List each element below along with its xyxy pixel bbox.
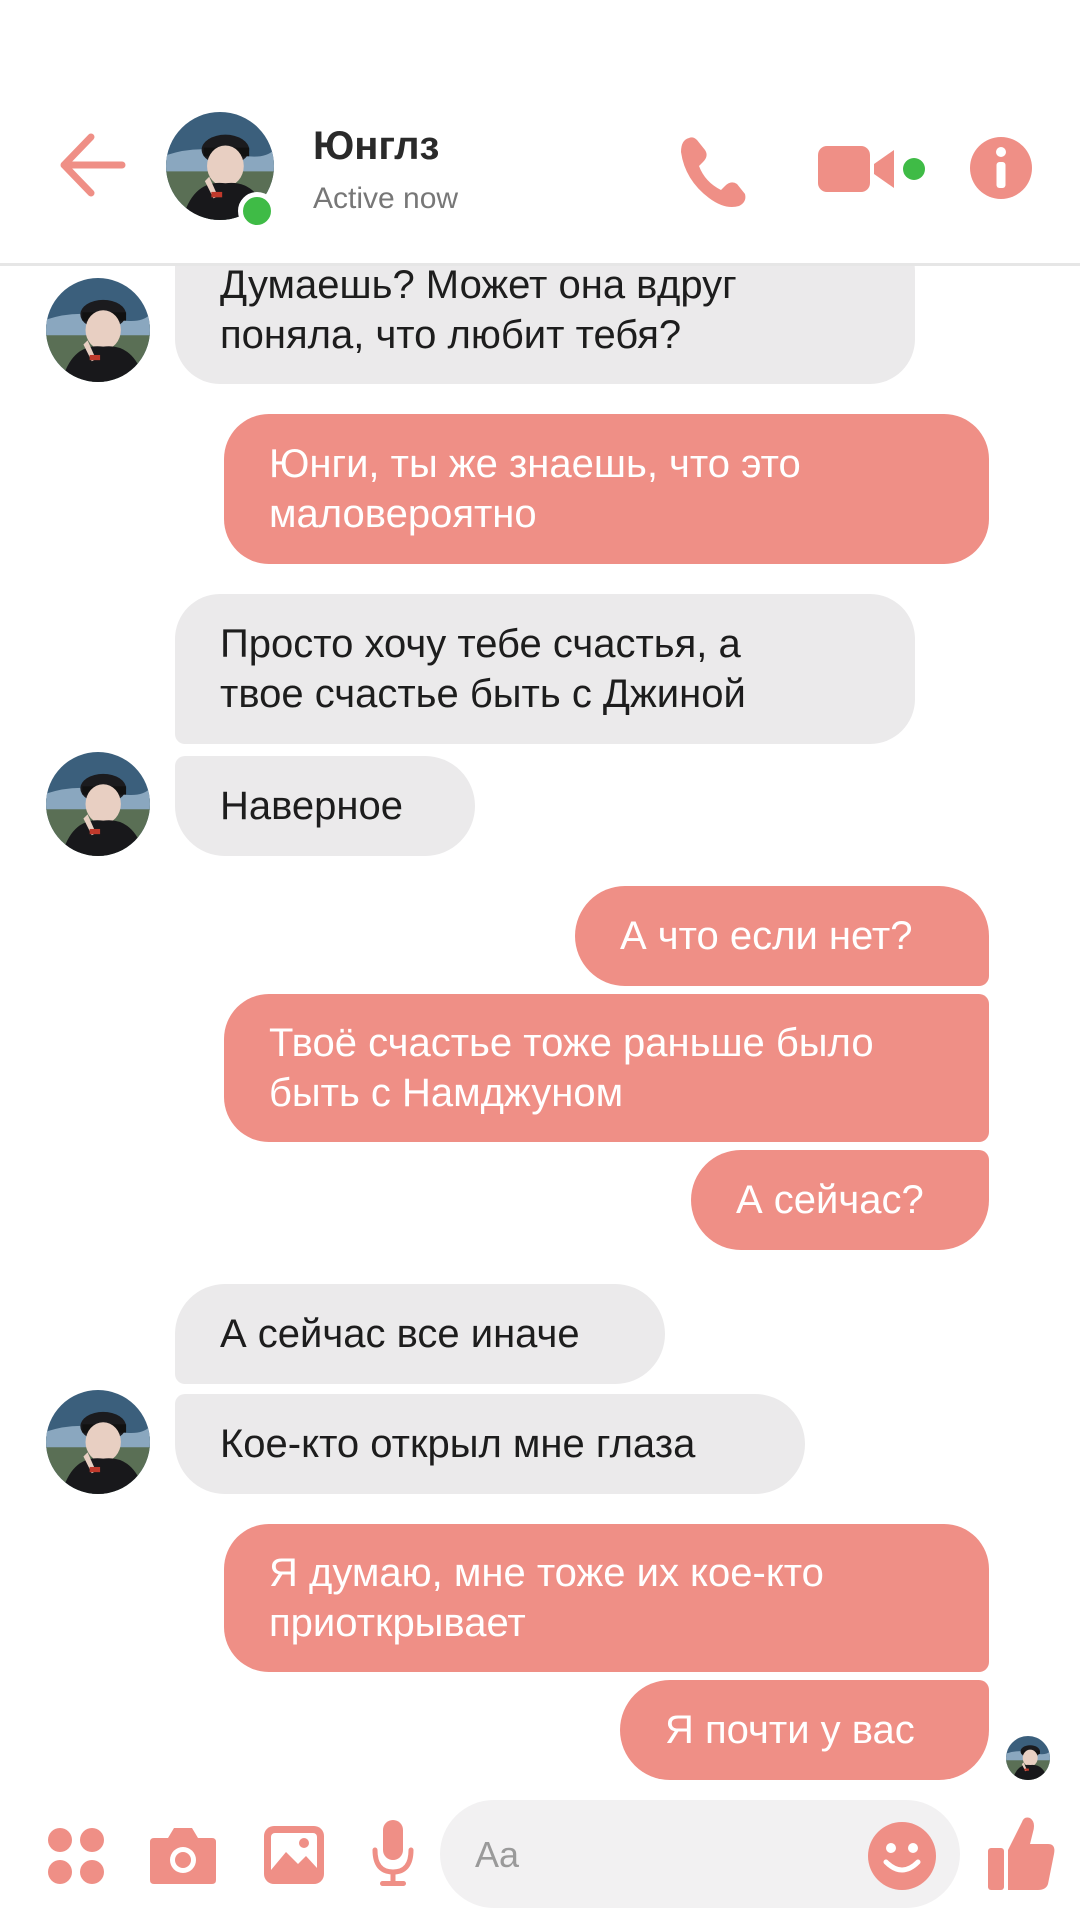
message-line: А сейчас все иначе xyxy=(220,1312,580,1356)
message-outgoing[interactable]: Юнги, ты же знаешь, что это маловероятно xyxy=(224,414,989,564)
message-outgoing[interactable]: Твоё счастье тоже раньше было быть с Намд… xyxy=(224,994,989,1142)
gallery-icon[interactable] xyxy=(262,1824,326,1886)
avatar-photo xyxy=(46,278,150,382)
message-line: Думаешь? Может она вдруг xyxy=(220,263,737,307)
camera-icon[interactable] xyxy=(148,1824,218,1886)
message-incoming[interactable]: Просто хочу тебе счастья, а твое счастье … xyxy=(175,594,915,744)
seen-receipt-avatar xyxy=(1006,1736,1050,1780)
avatar-photo xyxy=(46,752,150,856)
arrow-left-icon xyxy=(60,133,126,197)
avatar-photo xyxy=(1006,1736,1050,1780)
message-line: Просто хочу тебе счастья, а xyxy=(220,622,741,666)
message-incoming[interactable]: Наверное xyxy=(175,756,475,856)
online-indicator xyxy=(238,192,276,230)
message-input-placeholder: Aa xyxy=(475,1834,520,1875)
message-outgoing[interactable]: А сейчас? xyxy=(691,1150,989,1250)
apps-icon[interactable] xyxy=(46,1826,106,1886)
message-line: А сейчас? xyxy=(736,1178,924,1222)
message-outgoing[interactable]: Я почти у вас xyxy=(620,1680,989,1780)
message-line: поняла, что любит тебя? xyxy=(220,313,682,357)
video-call-button[interactable] xyxy=(818,140,928,200)
message-line: маловероятно xyxy=(269,492,537,536)
emoji-icon[interactable] xyxy=(866,1820,938,1892)
message-line: Я почти у вас xyxy=(665,1708,915,1752)
message-incoming[interactable]: Кое-кто открыл мне глаза xyxy=(175,1394,805,1494)
info-button[interactable] xyxy=(968,135,1034,201)
message-incoming[interactable]: А сейчас все иначе xyxy=(175,1284,665,1384)
contact-status: Active now xyxy=(313,182,459,215)
message-line: Я думаю, мне тоже их кое-кто xyxy=(269,1551,824,1595)
thumbs-up-icon[interactable] xyxy=(986,1814,1058,1892)
message-line: твое счастье быть с Джиной xyxy=(220,672,746,716)
voice-call-button[interactable] xyxy=(675,132,755,212)
sender-avatar[interactable] xyxy=(46,278,150,382)
sender-avatar[interactable] xyxy=(46,752,150,856)
phone-icon xyxy=(681,137,746,207)
back-button[interactable] xyxy=(58,130,128,200)
message-line: Наверное xyxy=(220,784,404,828)
info-icon xyxy=(970,137,1032,199)
avatar-photo xyxy=(46,1390,150,1494)
conversation-header: Юнглз Active now xyxy=(0,0,1080,266)
message-line: приоткрывает xyxy=(269,1601,526,1645)
contact-name[interactable]: Юнглз xyxy=(313,124,439,169)
message-line: Твоё счастье тоже раньше было xyxy=(269,1021,874,1065)
sender-avatar[interactable] xyxy=(46,1390,150,1494)
microphone-icon[interactable] xyxy=(370,1818,416,1890)
message-outgoing[interactable]: А что если нет? xyxy=(575,886,989,986)
video-camera-icon xyxy=(818,146,925,192)
message-line: А что если нет? xyxy=(620,914,913,958)
message-line: быть с Намджуном xyxy=(269,1071,624,1115)
message-line: Юнги, ты же знаешь, что это xyxy=(269,442,801,486)
message-outgoing[interactable]: Я думаю, мне тоже их кое-кто приоткрывает xyxy=(224,1524,989,1672)
message-line: Кое-кто открыл мне глаза xyxy=(220,1422,696,1466)
